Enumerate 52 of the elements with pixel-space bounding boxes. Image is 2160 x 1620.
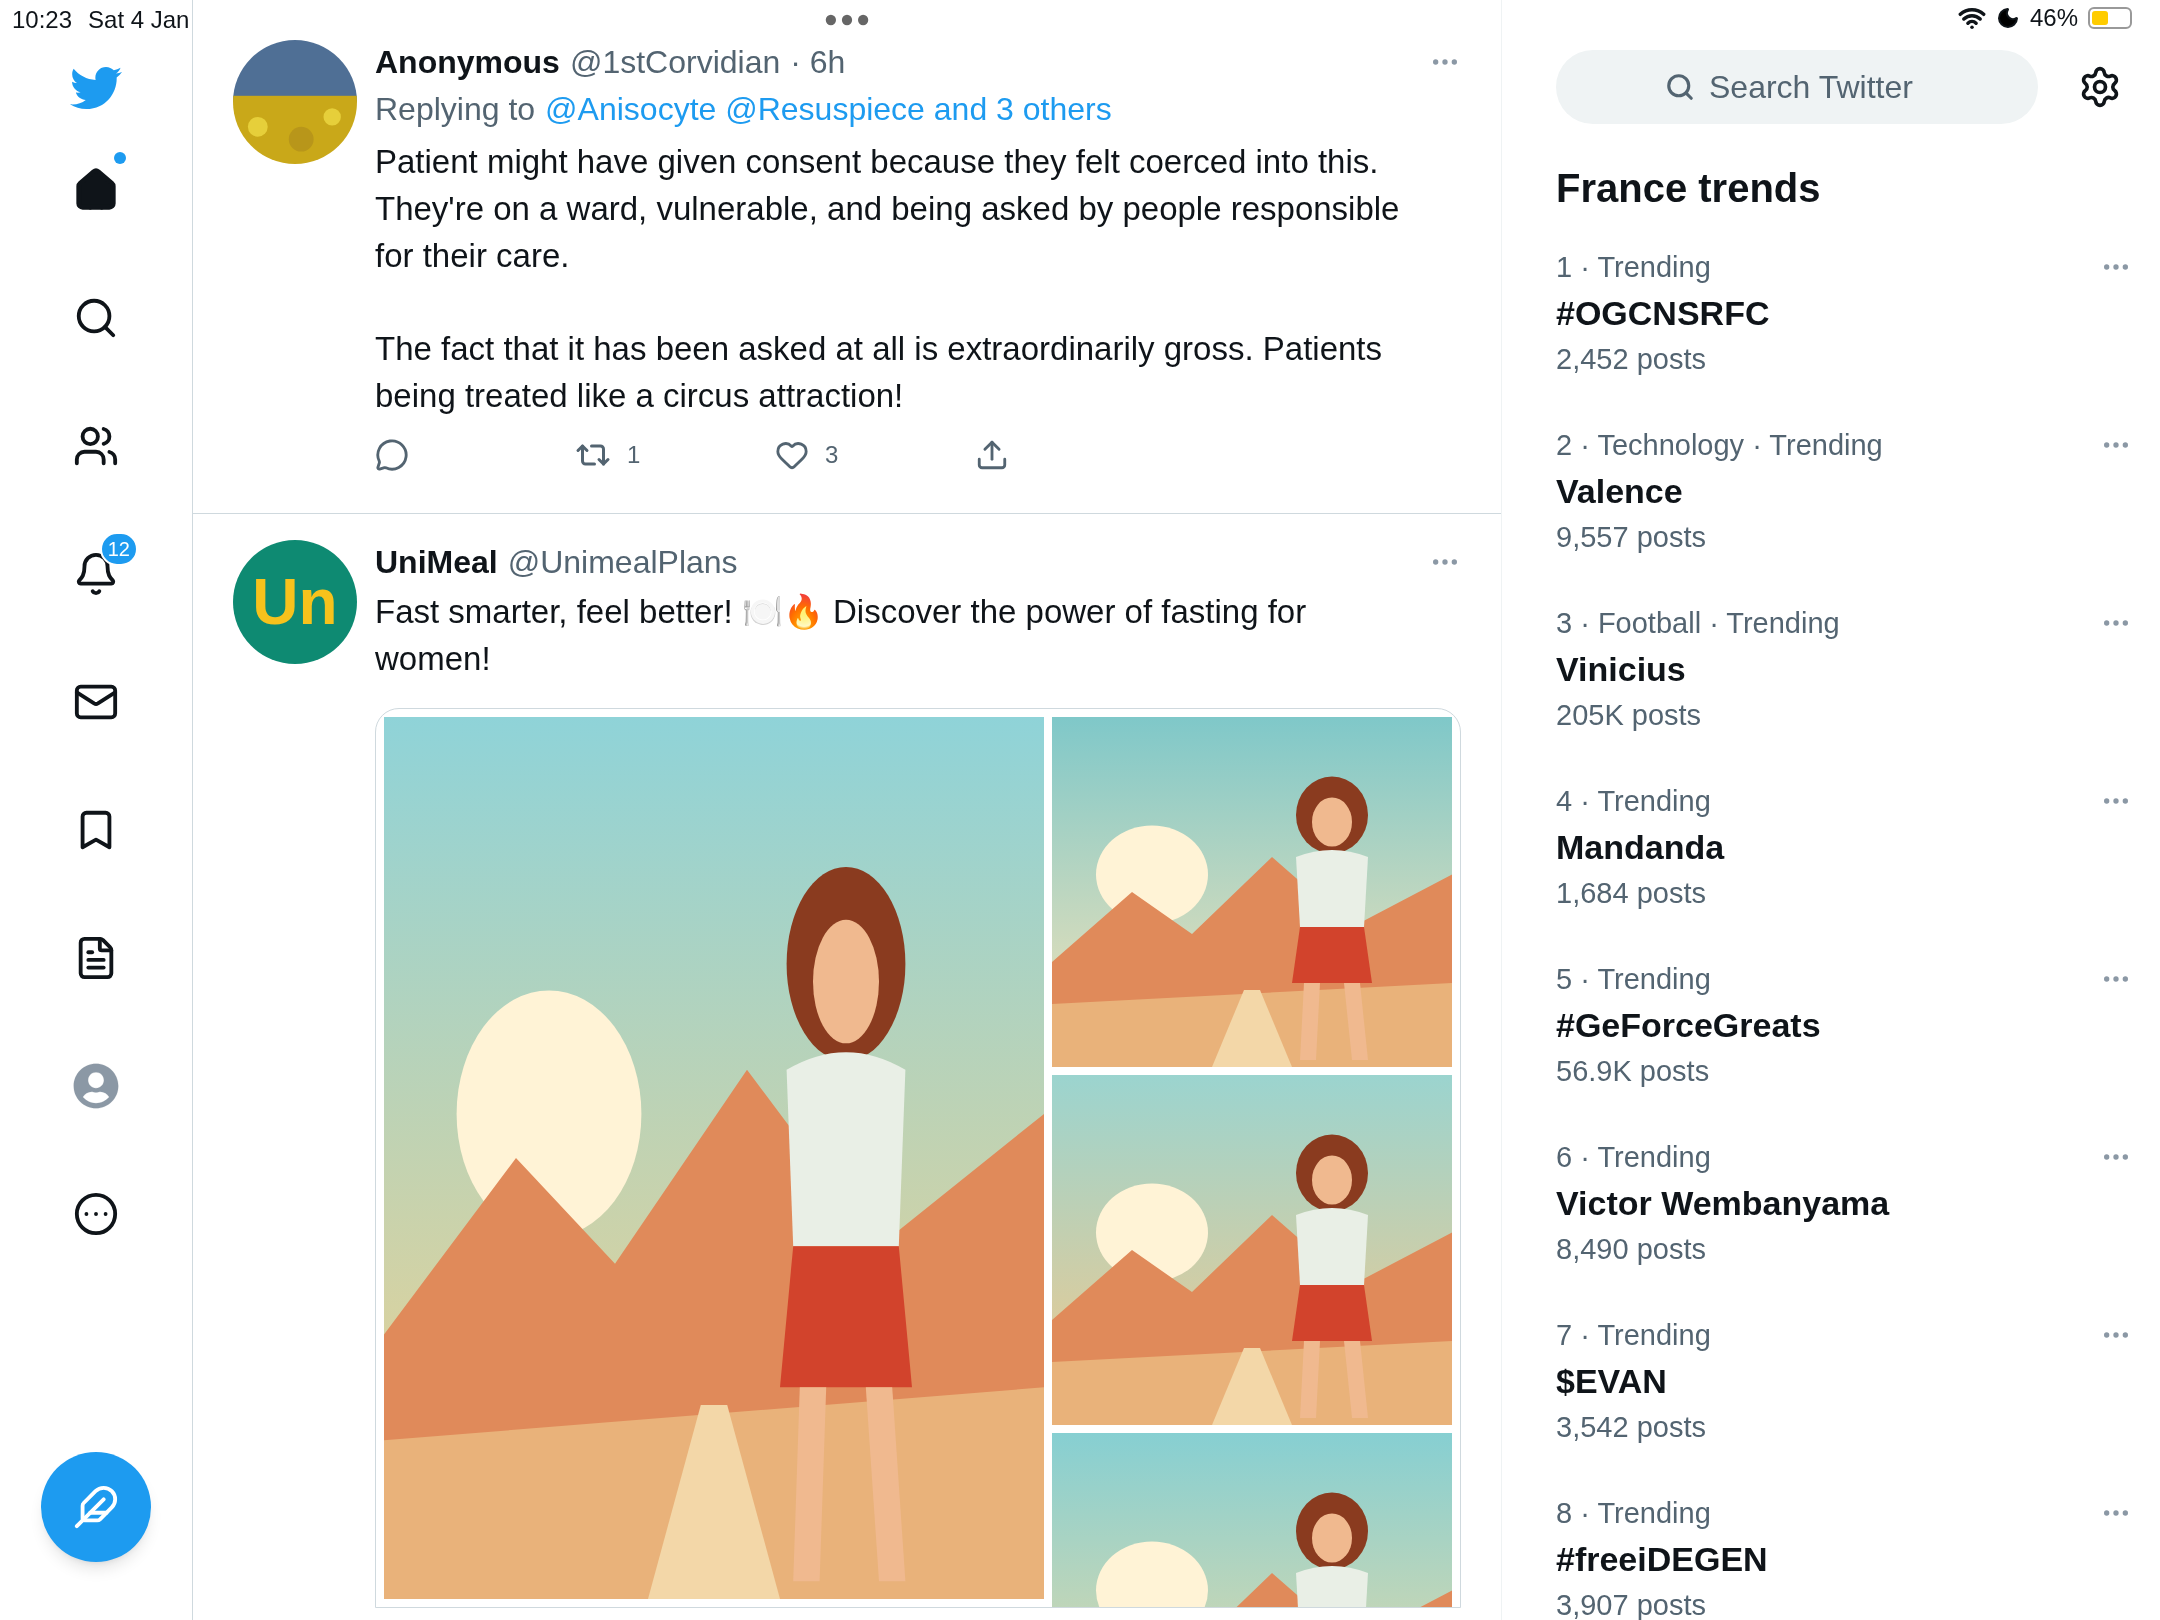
more-icon xyxy=(73,1191,119,1237)
trend-name[interactable]: Valence xyxy=(1556,468,2132,514)
trend-meta: 8 · Trending xyxy=(1556,1496,1711,1531)
multitask-dots-icon xyxy=(825,14,869,26)
feather-icon xyxy=(73,1484,119,1530)
trend-name[interactable]: Vinicius xyxy=(1556,646,2132,692)
reply-icon[interactable] xyxy=(375,438,409,472)
author-handle: @UnimealPlans xyxy=(507,543,738,582)
trend-name[interactable]: #GeForceGreats xyxy=(1556,1002,2132,1048)
author-name: Anonymous xyxy=(375,43,560,82)
trend-name[interactable]: #freeiDEGEN xyxy=(1556,1536,2132,1582)
trend-name[interactable]: $EVAN xyxy=(1556,1358,2132,1404)
trend-post-count: 2,452 posts xyxy=(1556,342,1707,377)
trend-meta: 3 · Football · Trending xyxy=(1556,606,1840,641)
trend-post-count: 3,542 posts xyxy=(1556,1410,1707,1445)
profile-icon xyxy=(73,1063,119,1109)
search-input[interactable]: Search Twitter xyxy=(1709,63,1929,111)
status-date: Sat 4 Jan xyxy=(88,5,190,35)
notification-count: 12 xyxy=(99,532,138,566)
battery-percent: 46% xyxy=(2029,3,2078,33)
home-icon xyxy=(73,167,119,213)
replying-label: Replying to xyxy=(375,90,536,129)
trend-meta: 6 · Trending xyxy=(1556,1140,1711,1175)
share-icon[interactable] xyxy=(975,438,1009,472)
search-icon xyxy=(1665,72,1695,102)
author-handle: @1stCorvidian xyxy=(569,43,781,82)
trend-post-count: 56.9K posts xyxy=(1556,1054,1711,1089)
like-count: 3 xyxy=(825,440,839,470)
trend-post-count: 205K posts xyxy=(1556,698,1703,733)
tweet-text: The fact that it has been asked at all is extraordinarily gross. Patients being treated like a circus attraction! xyxy=(375,329,1383,416)
trend-meta: 7 · Trending xyxy=(1556,1318,1711,1353)
tweet-time: · 6h xyxy=(790,43,846,82)
trend-meta: 1 · Trending xyxy=(1556,250,1711,285)
moon-icon xyxy=(1995,6,2020,30)
trend-meta: 4 · Trending xyxy=(1556,784,1711,819)
trend-name[interactable]: Mandanda xyxy=(1556,824,2132,870)
search-field[interactable]: Search Twitter xyxy=(1556,50,2038,124)
tweet-text: Patient might have given consent because they felt coerced into this. They're on a ward, vulnerable, and being asked by people responsible for their care. xyxy=(375,142,1401,276)
tweet-text: Fast smarter, feel better! 🍽🔥 Discover the power of fasting for women! xyxy=(375,592,1308,679)
trends-title: France trends xyxy=(1556,165,1822,212)
trend-meta: 2 · Technology · Trending xyxy=(1556,428,1883,463)
unimeal-logo: Un xyxy=(233,540,357,664)
trend-name[interactable]: Victor Wembanyama xyxy=(1556,1180,2132,1226)
trend-post-count: 9,557 posts xyxy=(1556,520,1707,555)
trend-post-count: 8,490 posts xyxy=(1556,1232,1707,1267)
author-name: UniMeal xyxy=(375,543,498,582)
status-time: 10:23 xyxy=(12,5,73,35)
battery-icon xyxy=(2088,7,2132,29)
trend-name[interactable]: #OGCNSRFC xyxy=(1556,290,2132,336)
retweet-count: 1 xyxy=(627,440,641,470)
trend-meta: 5 · Trending xyxy=(1556,962,1711,997)
trend-post-count: 1,684 posts xyxy=(1556,876,1707,911)
